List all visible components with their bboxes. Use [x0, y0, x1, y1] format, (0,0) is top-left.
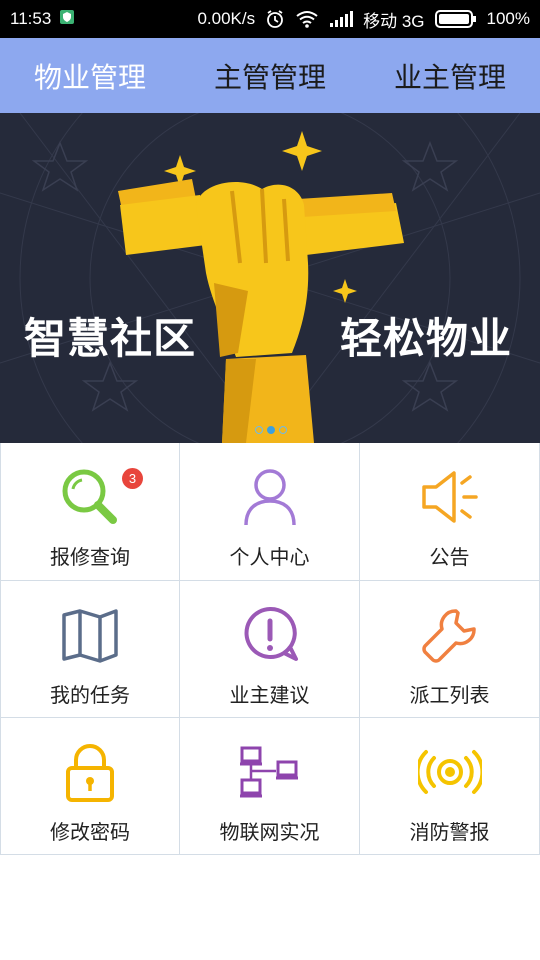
banner-title-left: 智慧社区 [24, 314, 197, 363]
menu-item-label: 公告 [429, 545, 470, 569]
status-bar: 11:53 0.00K/s 移动 3G 100% [0, 0, 540, 38]
top-tab-bar: 物业管理 主管管理 业主管理 [0, 38, 540, 113]
user-icon [238, 465, 302, 529]
menu-item-label: 消防警报 [409, 820, 490, 844]
wrench-icon [418, 603, 482, 667]
shield-icon [59, 9, 75, 30]
alert-bubble-icon [238, 603, 302, 667]
wifi-icon [295, 10, 319, 28]
menu-item-label: 个人中心 [229, 545, 310, 569]
signal-icon [329, 11, 354, 27]
tab-supervisor-management[interactable]: 主管管理 [180, 56, 360, 96]
banner-carousel[interactable]: 智慧社区 轻松物业 [0, 113, 540, 443]
tab-owner-management[interactable]: 业主管理 [360, 56, 540, 96]
menu-item-label: 修改密码 [50, 820, 130, 844]
search-icon [58, 465, 122, 529]
menu-item-dispatch-list[interactable]: 派工列表 [360, 581, 540, 718]
tab-property-management[interactable]: 物业管理 [0, 56, 180, 96]
banner-title-right: 轻松物业 [340, 314, 513, 363]
carousel-dot-active[interactable] [267, 426, 275, 434]
alarm-clock-icon [265, 9, 285, 29]
notification-badge: 3 [122, 468, 143, 489]
banner-illustration [0, 113, 540, 443]
menu-item-label: 派工列表 [409, 683, 490, 707]
menu-item-label: 物联网实况 [219, 820, 320, 844]
network-icon [238, 740, 302, 804]
carousel-indicator [255, 426, 287, 434]
map-icon [58, 603, 122, 667]
network-speed: 0.00K/s [197, 9, 256, 28]
menu-item-label: 业主建议 [229, 683, 310, 707]
menu-item-iot-status[interactable]: 物联网实况 [180, 718, 360, 855]
menu-item-announcement[interactable]: 公告 [360, 443, 540, 581]
carousel-dot[interactable] [279, 426, 287, 434]
menu-item-label: 我的任务 [50, 683, 130, 707]
menu-grid: 3 报修查询 个人中心 公告 我的任务 业主建议 派工列表 修改密码 物联网实况… [0, 443, 540, 855]
carousel-dot[interactable] [255, 426, 263, 434]
menu-item-owner-suggestions[interactable]: 业主建议 [180, 581, 360, 718]
status-time: 11:53 [10, 9, 52, 28]
carrier-label: 移动 3G [363, 11, 425, 31]
lock-icon [58, 740, 122, 804]
menu-item-my-tasks[interactable]: 我的任务 [0, 581, 180, 718]
alarm-icon [417, 740, 482, 804]
menu-item-repair-query[interactable]: 3 报修查询 [0, 443, 180, 581]
menu-item-personal-center[interactable]: 个人中心 [180, 443, 360, 581]
menu-item-label: 报修查询 [50, 545, 130, 569]
speaker-icon [418, 465, 482, 529]
menu-item-fire-alarm[interactable]: 消防警报 [360, 718, 540, 855]
menu-item-change-password[interactable]: 修改密码 [0, 718, 180, 855]
battery-level: 100% [486, 9, 530, 28]
battery-icon [434, 10, 477, 28]
